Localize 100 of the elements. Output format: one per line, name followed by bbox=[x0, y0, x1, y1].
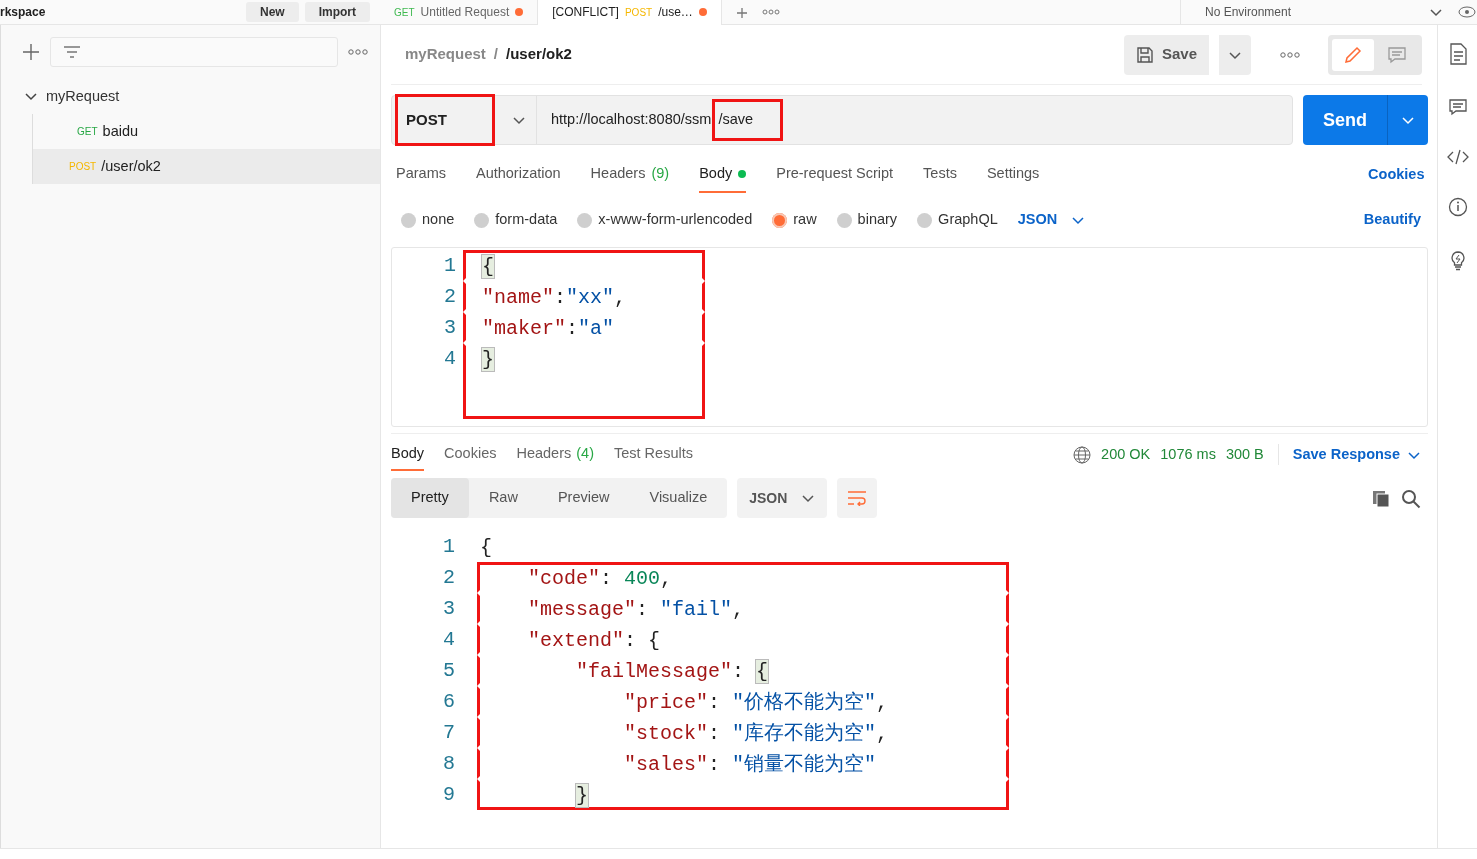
request-tab[interactable]: Pre-request Script bbox=[776, 157, 894, 193]
response-tab[interactable]: Body bbox=[391, 438, 425, 471]
filter-icon bbox=[63, 45, 81, 59]
code-line: "extend": { bbox=[477, 624, 1009, 655]
send-button[interactable]: Send bbox=[1303, 95, 1428, 145]
code-line: "price": "价格不能为空", bbox=[477, 686, 1009, 717]
request-tab[interactable]: Headers (9) bbox=[590, 157, 670, 193]
wrap-icon bbox=[847, 490, 868, 506]
request-item[interactable]: POST /user/ok2 bbox=[32, 149, 380, 184]
code-line: "failMessage": { bbox=[477, 655, 1009, 686]
request-name: /user/ok2 bbox=[101, 156, 161, 176]
add-icon[interactable] bbox=[22, 43, 40, 61]
body-type-radio[interactable]: binary bbox=[836, 209, 898, 231]
code-line: "sales": "销量不能为空" bbox=[477, 748, 1009, 779]
filter-field[interactable] bbox=[50, 37, 338, 67]
globe-icon bbox=[1073, 445, 1092, 464]
caret-icon bbox=[1071, 214, 1086, 226]
code-line: { bbox=[479, 535, 493, 561]
more-icon[interactable] bbox=[761, 9, 780, 15]
toolbar-button[interactable]: New bbox=[245, 2, 299, 22]
save-icon bbox=[1135, 45, 1154, 64]
view-tab[interactable]: Raw bbox=[468, 478, 538, 518]
comment-icon bbox=[1387, 44, 1407, 65]
save-button[interactable]: Save bbox=[1123, 34, 1209, 75]
workspace-name: rkspace bbox=[0, 4, 46, 21]
save-options-button[interactable] bbox=[1219, 34, 1251, 75]
body-type-radio[interactable]: GraphQL bbox=[917, 209, 998, 231]
request-title: /user/ok2 bbox=[506, 44, 572, 65]
more-icon[interactable] bbox=[1280, 51, 1300, 60]
line-number: 2 bbox=[442, 565, 455, 591]
method-label: GET bbox=[77, 125, 98, 139]
code-line: } bbox=[463, 343, 705, 419]
info-icon[interactable] bbox=[1447, 197, 1468, 217]
request-tab[interactable]: Params bbox=[396, 157, 446, 193]
request-tab[interactable]: Authorization bbox=[475, 157, 561, 193]
url-field[interactable]: http://localhost:8080/ssm /save bbox=[537, 102, 781, 138]
line-number: 8 bbox=[442, 751, 455, 777]
method-label: POST bbox=[624, 5, 653, 20]
request-tab[interactable]: Settings bbox=[986, 157, 1040, 193]
response-tab[interactable]: Cookies bbox=[444, 438, 497, 471]
format-select[interactable]: JSON bbox=[1017, 209, 1086, 231]
copy-icon[interactable] bbox=[1371, 488, 1391, 509]
code-line: "name":"xx", bbox=[463, 281, 705, 312]
caret-icon bbox=[1429, 6, 1443, 18]
body-type-radio[interactable]: raw bbox=[772, 209, 817, 231]
toolbar-button[interactable]: Import bbox=[304, 2, 370, 22]
cookies-link[interactable]: Cookies bbox=[1368, 164, 1425, 186]
code-line: "stock": "库存不能为空", bbox=[477, 717, 1009, 748]
caret-icon bbox=[1401, 114, 1415, 126]
beautify-link[interactable]: Beautify bbox=[1363, 209, 1421, 231]
request-tab[interactable]: Tests bbox=[923, 157, 957, 193]
body-type-radio[interactable]: none bbox=[401, 209, 455, 231]
line-number: 1 bbox=[443, 253, 456, 279]
wrap-button[interactable] bbox=[837, 478, 878, 518]
view-tab[interactable]: Visualize bbox=[629, 478, 728, 518]
document-icon[interactable] bbox=[1448, 43, 1467, 65]
method-label: GET bbox=[394, 5, 415, 20]
line-number: 6 bbox=[442, 689, 455, 715]
collection-item[interactable]: myRequest bbox=[8, 79, 380, 114]
caret-icon bbox=[512, 114, 526, 126]
breadcrumb-separator: / bbox=[493, 44, 499, 65]
line-number: 3 bbox=[443, 315, 456, 341]
view-tab[interactable]: Preview bbox=[537, 478, 630, 518]
line-number: 4 bbox=[442, 627, 455, 653]
search-icon[interactable] bbox=[1401, 488, 1421, 509]
environment-select[interactable]: No Environment bbox=[1180, 0, 1457, 25]
line-number: 7 bbox=[442, 720, 455, 746]
tab-title: Untitled Request bbox=[420, 4, 510, 21]
code-editor[interactable]: 1 2 3 4 { "name":"xx", "maker":"a" } bbox=[391, 247, 1428, 427]
request-tab[interactable]: [CONFLICT] POST /use… bbox=[538, 0, 722, 25]
method-select[interactable]: POST bbox=[392, 96, 537, 144]
tab-title: /use… bbox=[658, 4, 693, 21]
view-tab[interactable]: Pretty bbox=[391, 478, 469, 518]
response-tab[interactable]: Test Results bbox=[614, 438, 693, 471]
response-time: 1076 ms bbox=[1160, 444, 1216, 464]
body-type-radio[interactable]: x-www-form-urlencoded bbox=[577, 209, 753, 231]
conflict-label: [CONFLICT] bbox=[552, 4, 619, 21]
format-select[interactable]: JSON bbox=[737, 478, 828, 518]
pencil-icon bbox=[1343, 44, 1363, 65]
code-line: "message": "fail", bbox=[477, 593, 1009, 624]
line-number: 4 bbox=[443, 346, 456, 372]
add-icon[interactable] bbox=[735, 6, 748, 19]
caret-icon bbox=[801, 492, 816, 504]
code-line: "code": 400, bbox=[477, 562, 1009, 593]
code-line: "maker":"a" bbox=[463, 312, 705, 343]
code-line: { bbox=[463, 250, 705, 281]
comment-icon[interactable] bbox=[1447, 97, 1468, 117]
code-icon[interactable] bbox=[1446, 149, 1469, 165]
line-number: 9 bbox=[442, 782, 455, 808]
edit-mode-button[interactable] bbox=[1332, 38, 1374, 71]
caret-icon bbox=[1228, 49, 1242, 62]
response-tab[interactable]: Headers (4) bbox=[516, 438, 594, 471]
body-type-radio[interactable]: form-data bbox=[474, 209, 558, 231]
status-code: 200 OK bbox=[1101, 444, 1151, 464]
line-number: 2 bbox=[443, 284, 456, 310]
save-response-button[interactable]: Save Response bbox=[1277, 443, 1421, 466]
more-icon[interactable] bbox=[348, 48, 368, 56]
breadcrumb-link[interactable]: myRequest bbox=[405, 43, 486, 66]
eye-icon[interactable] bbox=[1457, 5, 1477, 19]
request-tab[interactable]: Body bbox=[699, 157, 747, 193]
